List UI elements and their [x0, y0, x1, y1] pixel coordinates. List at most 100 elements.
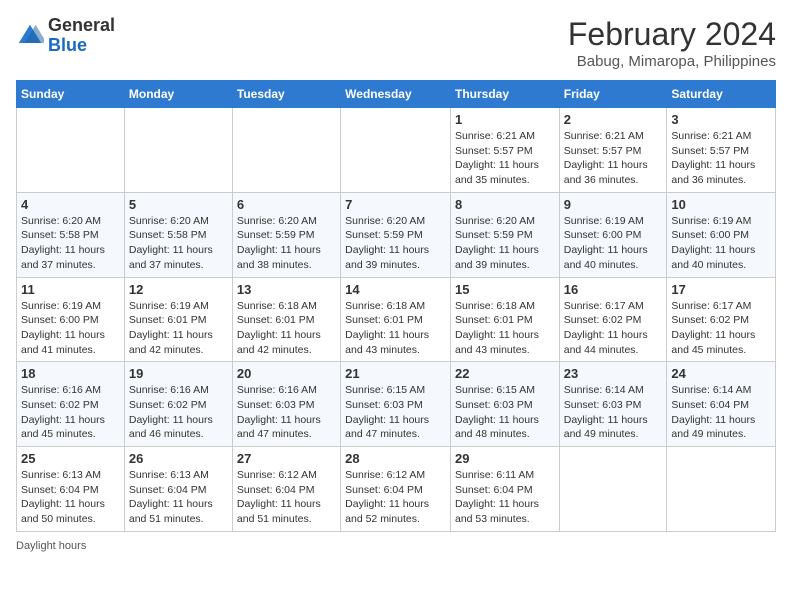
logo: General Blue: [16, 16, 115, 56]
calendar-cell: 4 Sunrise: 6:20 AM Sunset: 5:58 PM Daylig…: [17, 192, 125, 277]
day-info: Sunrise: 6:17 AM Sunset: 6:02 PM Dayligh…: [564, 299, 663, 358]
calendar-cell: 6 Sunrise: 6:20 AM Sunset: 5:59 PM Daylig…: [232, 192, 340, 277]
day-info: Sunrise: 6:19 AM Sunset: 6:00 PM Dayligh…: [671, 214, 771, 273]
calendar-cell: 14 Sunrise: 6:18 AM Sunset: 6:01 PM Dayli…: [341, 277, 451, 362]
day-number: 5: [129, 197, 228, 212]
day-number: 8: [455, 197, 555, 212]
day-info: Sunrise: 6:20 AM Sunset: 5:59 PM Dayligh…: [455, 214, 555, 273]
calendar-cell: 18 Sunrise: 6:16 AM Sunset: 6:02 PM Dayli…: [17, 362, 125, 447]
day-number: 15: [455, 282, 555, 297]
day-number: 13: [237, 282, 336, 297]
calendar-cell: 23 Sunrise: 6:14 AM Sunset: 6:03 PM Dayli…: [559, 362, 667, 447]
calendar-cell: 28 Sunrise: 6:12 AM Sunset: 6:04 PM Dayli…: [341, 447, 451, 532]
column-header-monday: Monday: [124, 81, 232, 108]
day-info: Sunrise: 6:16 AM Sunset: 6:02 PM Dayligh…: [129, 383, 228, 442]
calendar-cell: [17, 108, 125, 193]
calendar-week-2: 11 Sunrise: 6:19 AM Sunset: 6:00 PM Dayli…: [17, 277, 776, 362]
column-header-saturday: Saturday: [667, 81, 776, 108]
day-info: Sunrise: 6:21 AM Sunset: 5:57 PM Dayligh…: [455, 129, 555, 188]
day-info: Sunrise: 6:21 AM Sunset: 5:57 PM Dayligh…: [564, 129, 663, 188]
calendar-table: SundayMondayTuesdayWednesdayThursdayFrid…: [16, 80, 776, 532]
day-info: Sunrise: 6:14 AM Sunset: 6:03 PM Dayligh…: [564, 383, 663, 442]
logo-icon: [16, 22, 44, 50]
day-info: Sunrise: 6:12 AM Sunset: 6:04 PM Dayligh…: [237, 468, 336, 527]
day-info: Sunrise: 6:15 AM Sunset: 6:03 PM Dayligh…: [455, 383, 555, 442]
day-info: Sunrise: 6:15 AM Sunset: 6:03 PM Dayligh…: [345, 383, 446, 442]
day-info: Sunrise: 6:18 AM Sunset: 6:01 PM Dayligh…: [345, 299, 446, 358]
day-number: 3: [671, 112, 771, 127]
day-number: 19: [129, 366, 228, 381]
day-number: 28: [345, 451, 446, 466]
day-number: 9: [564, 197, 663, 212]
calendar-cell: 10Sunrise: 6:19 AM Sunset: 6:00 PM Dayli…: [667, 192, 776, 277]
calendar-week-3: 18 Sunrise: 6:16 AM Sunset: 6:02 PM Dayli…: [17, 362, 776, 447]
day-number: 6: [237, 197, 336, 212]
calendar-week-4: 25 Sunrise: 6:13 AM Sunset: 6:04 PM Dayli…: [17, 447, 776, 532]
calendar-cell: 29Sunrise: 6:11 AM Sunset: 6:04 PM Dayli…: [450, 447, 559, 532]
daylight-hours-label: Daylight hours: [16, 540, 86, 552]
page-header: General Blue February 2024 Babug, Mimaro…: [16, 16, 776, 70]
day-info: Sunrise: 6:20 AM Sunset: 5:59 PM Dayligh…: [237, 214, 336, 273]
logo-blue-text: Blue: [48, 35, 87, 55]
calendar-cell: 17Sunrise: 6:17 AM Sunset: 6:02 PM Dayli…: [667, 277, 776, 362]
day-info: Sunrise: 6:16 AM Sunset: 6:03 PM Dayligh…: [237, 383, 336, 442]
calendar-cell: 9 Sunrise: 6:19 AM Sunset: 6:00 PM Daylig…: [559, 192, 667, 277]
calendar-cell: 1 Sunrise: 6:21 AM Sunset: 5:57 PM Daylig…: [450, 108, 559, 193]
day-info: Sunrise: 6:11 AM Sunset: 6:04 PM Dayligh…: [455, 468, 555, 527]
day-info: Sunrise: 6:20 AM Sunset: 5:58 PM Dayligh…: [21, 214, 120, 273]
day-number: 23: [564, 366, 663, 381]
calendar-cell: 7Sunrise: 6:20 AM Sunset: 5:59 PM Daylig…: [341, 192, 451, 277]
calendar-cell: 26 Sunrise: 6:13 AM Sunset: 6:04 PM Dayli…: [124, 447, 232, 532]
day-number: 25: [21, 451, 120, 466]
column-header-sunday: Sunday: [17, 81, 125, 108]
day-info: Sunrise: 6:13 AM Sunset: 6:04 PM Dayligh…: [129, 468, 228, 527]
day-number: 18: [21, 366, 120, 381]
day-number: 4: [21, 197, 120, 212]
day-info: Sunrise: 6:17 AM Sunset: 6:02 PM Dayligh…: [671, 299, 771, 358]
calendar-cell: 24Sunrise: 6:14 AM Sunset: 6:04 PM Dayli…: [667, 362, 776, 447]
day-info: Sunrise: 6:19 AM Sunset: 6:00 PM Dayligh…: [21, 299, 120, 358]
day-number: 1: [455, 112, 555, 127]
day-number: 11: [21, 282, 120, 297]
day-info: Sunrise: 6:13 AM Sunset: 6:04 PM Dayligh…: [21, 468, 120, 527]
column-header-wednesday: Wednesday: [341, 81, 451, 108]
day-info: Sunrise: 6:19 AM Sunset: 6:00 PM Dayligh…: [564, 214, 663, 273]
calendar-cell: 11 Sunrise: 6:19 AM Sunset: 6:00 PM Dayli…: [17, 277, 125, 362]
calendar-week-1: 4 Sunrise: 6:20 AM Sunset: 5:58 PM Daylig…: [17, 192, 776, 277]
day-info: Sunrise: 6:16 AM Sunset: 6:02 PM Dayligh…: [21, 383, 120, 442]
calendar-cell: 22Sunrise: 6:15 AM Sunset: 6:03 PM Dayli…: [450, 362, 559, 447]
calendar-cell: [667, 447, 776, 532]
day-info: Sunrise: 6:18 AM Sunset: 6:01 PM Dayligh…: [237, 299, 336, 358]
day-info: Sunrise: 6:21 AM Sunset: 5:57 PM Dayligh…: [671, 129, 771, 188]
day-number: 27: [237, 451, 336, 466]
day-info: Sunrise: 6:14 AM Sunset: 6:04 PM Dayligh…: [671, 383, 771, 442]
day-number: 21: [345, 366, 446, 381]
calendar-cell: [124, 108, 232, 193]
column-header-tuesday: Tuesday: [232, 81, 340, 108]
calendar-cell: 19 Sunrise: 6:16 AM Sunset: 6:02 PM Dayli…: [124, 362, 232, 447]
title-block: February 2024 Babug, Mimaropa, Philippin…: [568, 16, 776, 70]
calendar-cell: [559, 447, 667, 532]
calendar-cell: [232, 108, 340, 193]
day-number: 14: [345, 282, 446, 297]
calendar-cell: [341, 108, 451, 193]
day-number: 20: [237, 366, 336, 381]
calendar-week-0: 1 Sunrise: 6:21 AM Sunset: 5:57 PM Daylig…: [17, 108, 776, 193]
calendar-cell: 27 Sunrise: 6:12 AM Sunset: 6:04 PM Dayli…: [232, 447, 340, 532]
calendar-cell: 13 Sunrise: 6:18 AM Sunset: 6:01 PM Dayli…: [232, 277, 340, 362]
day-info: Sunrise: 6:12 AM Sunset: 6:04 PM Dayligh…: [345, 468, 446, 527]
day-number: 12: [129, 282, 228, 297]
column-header-friday: Friday: [559, 81, 667, 108]
calendar-cell: 16Sunrise: 6:17 AM Sunset: 6:02 PM Dayli…: [559, 277, 667, 362]
day-info: Sunrise: 6:19 AM Sunset: 6:01 PM Dayligh…: [129, 299, 228, 358]
calendar-cell: 25 Sunrise: 6:13 AM Sunset: 6:04 PM Dayli…: [17, 447, 125, 532]
calendar-cell: 2Sunrise: 6:21 AM Sunset: 5:57 PM Daylig…: [559, 108, 667, 193]
calendar-header-row: SundayMondayTuesdayWednesdayThursdayFrid…: [17, 81, 776, 108]
day-info: Sunrise: 6:20 AM Sunset: 5:58 PM Dayligh…: [129, 214, 228, 273]
calendar-cell: 3 Sunrise: 6:21 AM Sunset: 5:57 PM Daylig…: [667, 108, 776, 193]
logo-general-text: General: [48, 15, 115, 35]
day-number: 26: [129, 451, 228, 466]
calendar-cell: 20 Sunrise: 6:16 AM Sunset: 6:03 PM Dayli…: [232, 362, 340, 447]
calendar-subtitle: Babug, Mimaropa, Philippines: [568, 53, 776, 70]
day-info: Sunrise: 6:20 AM Sunset: 5:59 PM Dayligh…: [345, 214, 446, 273]
